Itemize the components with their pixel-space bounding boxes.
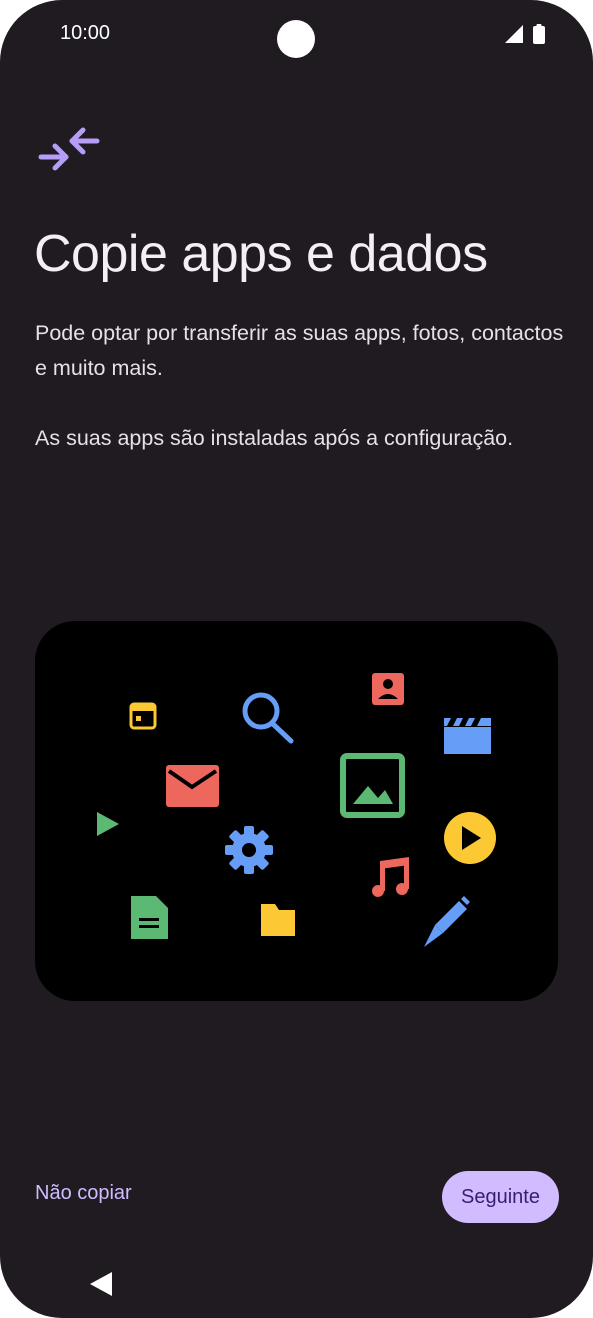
transfer-arrows-icon [38,127,100,171]
search-icon [242,692,294,744]
folder-icon [261,904,295,936]
phone-screen: 10:00 Copie apps e dados Pode optar por … [0,0,593,1318]
description-text: Pode optar por transferir as suas apps, … [35,321,564,380]
signal-icon [505,25,523,43]
settings-icon [225,826,273,874]
next-button[interactable]: Seguinte [442,1171,559,1223]
page-title: Copie apps e dados [34,225,488,283]
calendar-icon [129,702,157,730]
movie-icon [444,718,491,754]
mail-icon [166,765,219,807]
play-store-icon [97,812,119,836]
status-icons [505,24,545,44]
status-time: 10:00 [60,22,111,44]
image-icon [340,753,405,818]
pencil-icon [424,896,470,947]
music-icon [372,857,409,897]
battery-icon [533,24,545,44]
document-icon [131,896,168,939]
contact-icon [372,673,404,705]
play-circle-icon [444,812,496,864]
install-note-text: As suas apps são instaladas após a confi… [35,426,514,450]
apps-illustration [35,621,558,1001]
camera-cutout [277,20,315,58]
back-triangle-icon[interactable] [88,1270,114,1298]
skip-copy-button[interactable]: Não copiar [35,1182,132,1205]
